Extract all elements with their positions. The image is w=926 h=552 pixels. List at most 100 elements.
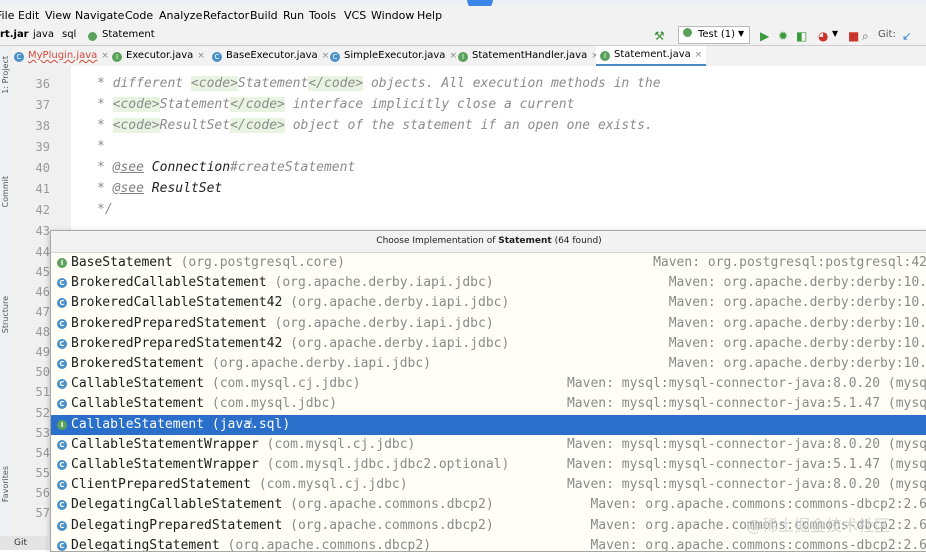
implementation-list-item[interactable]: C CallableStatementWrapper (com.mysql.cj.…: [51, 435, 926, 455]
code-line: * <code>Statement</code> interface impli…: [97, 97, 575, 112]
popup-title: Choose Implementation of Statement (64 f…: [51, 231, 926, 253]
watermark: @稀土掘金技术社区: [746, 516, 891, 535]
git-tool-tab[interactable]: Git: [0, 536, 48, 550]
commit-tool-tab[interactable]: Commit: [1, 176, 10, 207]
breadcrumb-jar[interactable]: rt.jar: [0, 29, 29, 40]
menu-bar: File Edit View Navigate Code Analyze Ref…: [0, 6, 926, 26]
implementation-list-item[interactable]: C BrokeredStatement (org.apache.derby.iap…: [51, 354, 926, 374]
line-number: 49: [35, 345, 50, 359]
menu-refactor[interactable]: Refactor: [203, 9, 249, 22]
menu-edit[interactable]: Edit: [18, 9, 39, 22]
favorites-tool-tab[interactable]: Favorites: [1, 466, 10, 502]
class-name: BaseStatement: [71, 255, 173, 270]
menu-view[interactable]: View: [45, 9, 71, 22]
class-icon: C: [57, 278, 67, 289]
tab-executor[interactable]: I Executor.java ×: [112, 46, 205, 66]
chevron-down-icon[interactable]: ▼: [832, 29, 838, 38]
menu-tools[interactable]: Tools: [309, 9, 336, 22]
coverage-icon[interactable]: ◧: [796, 29, 807, 43]
build-hammer-icon[interactable]: ⚒: [654, 29, 665, 43]
tab-simpleexecutor[interactable]: C SimpleExecutor.java ×: [330, 46, 457, 66]
implementation-name: CallableStatementWrapper (com.mysql.jdbc…: [71, 455, 509, 475]
line-number: 57: [35, 506, 50, 520]
implementation-list-item[interactable]: C BrokeredPreparedStatement42 (org.apache…: [51, 334, 926, 354]
stop-icon[interactable]: ■: [848, 29, 859, 43]
implementation-list-item[interactable]: C BrokeredPreparedStatement (org.apache.d…: [51, 314, 926, 334]
implementation-list-item[interactable]: I BaseStatement (org.postgresql.core) Mave…: [51, 253, 926, 273]
menu-file[interactable]: File: [0, 9, 14, 22]
tab-myplugin[interactable]: C MyPlugin.java ×: [14, 46, 109, 66]
class-name: BrokeredStatement: [71, 356, 205, 371]
library-location: Maven: org.apache.derby:derby:10.: [668, 335, 926, 351]
menu-run[interactable]: Run: [283, 9, 304, 22]
project-tool-tab[interactable]: 1: Project: [1, 56, 10, 94]
close-icon[interactable]: ×: [449, 51, 457, 61]
navigation-bar: rt.jar java sql Statement ⚒ Test (1) ▼ ▶…: [0, 26, 926, 46]
class-name: BrokeredCallableStatement: [71, 275, 267, 291]
debug-icon[interactable]: ✹: [778, 29, 788, 43]
tab-statement[interactable]: I Statement.java ×: [596, 46, 707, 66]
implementation-list-item[interactable]: I CallableStatement (java.sql): [51, 414, 926, 435]
menu-code[interactable]: Code: [125, 9, 153, 22]
line-number: 41: [35, 182, 50, 196]
library-location: Maven: mysql:mysql-connector-java:8.0.20…: [566, 477, 926, 493]
implementation-name: CallableStatement (com.mysql.jdbc): [71, 394, 337, 414]
structure-tool-tab[interactable]: Structure: [1, 296, 10, 333]
library-location: Maven: mysql:mysql-connector-java:5.1.47…: [566, 396, 926, 412]
close-icon[interactable]: ×: [197, 51, 205, 61]
line-number: 48: [35, 325, 50, 339]
library-location: Maven: mysql:mysql-connector-java:8.0.20…: [566, 436, 926, 452]
implementation-name: BrokeredPreparedStatement42 (org.apache.…: [71, 334, 509, 354]
implementation-list-item[interactable]: C ClientPreparedStatement (com.mysql.cj.j…: [51, 475, 926, 495]
line-number: 44: [35, 245, 50, 259]
breadcrumb-java[interactable]: java: [33, 29, 54, 40]
close-icon[interactable]: ×: [101, 51, 109, 61]
menu-analyze[interactable]: Analyze: [159, 9, 202, 22]
implementation-name: DelegatingPreparedStatement (org.apache.…: [71, 516, 494, 536]
package-name: (com.mysql.jdbc): [211, 396, 338, 412]
class-icon: C: [57, 399, 67, 410]
menu-window[interactable]: Window: [371, 9, 414, 22]
implementation-list-item[interactable]: C BrokeredCallableStatement (org.apache.d…: [51, 273, 926, 293]
class-name: DelegatingCallableStatement: [71, 497, 283, 513]
close-icon[interactable]: ×: [695, 50, 703, 60]
menu-navigate[interactable]: Navigate: [75, 9, 124, 22]
line-number: 47: [35, 305, 50, 319]
tab-baseexecutor[interactable]: C BaseExecutor.java ×: [212, 46, 329, 66]
class-name: ClientPreparedStatement: [71, 477, 252, 493]
implementation-list-item[interactable]: C CallableStatement (com.mysql.cj.jdbc) Ma…: [51, 374, 926, 394]
breadcrumb-statement[interactable]: Statement: [102, 29, 155, 40]
interface-icon: I: [600, 51, 610, 61]
class-icon: C: [330, 52, 340, 62]
line-number: 38: [35, 119, 50, 133]
implementation-name: ClientPreparedStatement (com.mysql.cj.jd…: [71, 475, 408, 495]
profile-icon[interactable]: ◕: [818, 29, 828, 43]
class-name: CallableStatementWrapper: [71, 457, 259, 472]
class-name: CallableStatement: [71, 396, 205, 412]
git-tool-label: Git: [14, 538, 28, 548]
library-location: Maven: org.apache.derby:derby:10.: [668, 315, 926, 331]
interface-icon: I: [458, 52, 468, 62]
package-name: (org.apache.derby.iapi.jdbc): [211, 356, 432, 371]
close-icon[interactable]: ×: [322, 51, 330, 61]
menu-vcs[interactable]: VCS: [344, 9, 366, 22]
breadcrumb-sql[interactable]: sql: [62, 29, 76, 40]
choose-implementation-popup[interactable]: Choose Implementation of Statement (64 f…: [50, 230, 926, 552]
chevron-down-icon: ▼: [738, 29, 745, 38]
search-icon[interactable]: ⌕: [862, 29, 869, 44]
implementation-list-item[interactable]: C CallableStatement (com.mysql.jdbc) Maven…: [51, 394, 926, 414]
tab-statementhandler[interactable]: I StatementHandler.java ×: [458, 46, 599, 66]
package-name: (org.apache.commons.dbcp2): [290, 517, 494, 533]
implementation-list-item[interactable]: C CallableStatementWrapper (com.mysql.jdb…: [51, 455, 926, 475]
tab-label: BaseExecutor.java: [226, 50, 318, 61]
package-name: (com.mysql.cj.jdbc): [266, 436, 416, 452]
class-icon: C: [57, 480, 67, 491]
menu-help[interactable]: Help: [417, 9, 442, 22]
git-update-icon[interactable]: ↙: [902, 29, 912, 43]
run-icon[interactable]: ▶: [760, 29, 769, 43]
implementation-list-item[interactable]: C BrokeredCallableStatement42 (org.apache…: [51, 293, 926, 313]
menu-build[interactable]: Build: [250, 9, 278, 22]
implementation-name: BrokeredCallableStatement42 (org.apache.…: [71, 293, 509, 313]
git-label[interactable]: Git:: [878, 29, 896, 40]
run-configuration-select[interactable]: Test (1) ▼: [678, 26, 750, 44]
